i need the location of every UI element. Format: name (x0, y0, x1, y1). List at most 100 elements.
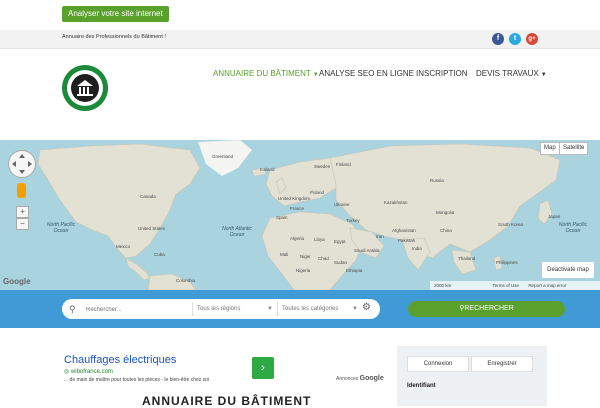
nav-annuaire-batiment[interactable]: ANNUAIRE DU BÂTIMENT ▼ (213, 69, 319, 78)
place-label: Japan (548, 214, 561, 219)
zoom-out-button[interactable]: − (16, 218, 29, 230)
pan-control[interactable] (8, 150, 36, 178)
nav-label: ANNUAIRE DU BÂTIMENT (213, 69, 311, 78)
place-label: Cuba (154, 252, 165, 257)
deactivate-map-button[interactable]: Deactivate map (542, 262, 594, 278)
place-label: United Kingdom (278, 196, 311, 201)
place-label: Turkey (346, 218, 360, 223)
category-select-value: Toutes les catégories (282, 306, 339, 312)
place-label: Poland (310, 190, 325, 195)
place-label: Chad (318, 256, 329, 261)
place-label: Iran (376, 234, 384, 239)
search-bar: ⚲ Tous les régions ▼ Toutes les catégori… (0, 290, 600, 328)
place-label: Greenland (212, 154, 234, 159)
search-submit-button[interactable]: ⚲RECHERCHER (408, 301, 565, 317)
ad-description: ... de main de maître pour toutes les pi… (64, 377, 210, 383)
place-label: Libya (314, 237, 325, 242)
ad-title-link[interactable]: Chauffages électriques (64, 354, 176, 366)
place-label: Colombia (176, 278, 196, 283)
place-label: Afghanistan (392, 228, 416, 233)
place-label: Philippines (496, 260, 518, 265)
place-label: China (440, 228, 452, 233)
place-label: Thailand (458, 256, 476, 261)
googleplus-icon[interactable]: g+ (526, 33, 538, 45)
map-type-satellite-button[interactable]: Satellite (559, 142, 589, 155)
search-box: ⚲ Tous les régions ▼ Toutes les catégori… (62, 299, 380, 319)
place-label: Mongolia (436, 210, 455, 215)
analyse-site-button[interactable]: Analyser votre site internet (62, 6, 169, 22)
place-label: Nigeria (296, 268, 311, 273)
ad-url-text: wibofrance.com (70, 369, 113, 375)
place-label: India (412, 246, 422, 251)
place-label: Niger (300, 254, 311, 259)
place-label: Kazakhstan (384, 200, 408, 205)
chevron-down-icon: ▼ (540, 72, 547, 78)
place-label: Egypt (334, 239, 346, 244)
ad-label: Annonces Google (336, 375, 384, 382)
google-logo: Google (3, 277, 31, 286)
place-label: Ukraine (334, 202, 350, 207)
report-error-link[interactable]: Report a map error (528, 283, 566, 288)
site-tagline: Annuaire des Professionnels du Bâtiment … (62, 34, 166, 40)
logo-ring (67, 70, 103, 106)
place-label: Sweden (314, 164, 331, 169)
nav-analyse-seo[interactable]: ANALYSE SEO EN LIGNE (319, 69, 414, 78)
place-label: France (290, 206, 305, 211)
ad-arrow-button[interactable]: › (252, 357, 274, 379)
place-label: Spain (276, 215, 288, 220)
building-icon (77, 80, 93, 96)
nav-inscription[interactable]: INSCRIPTION (416, 69, 468, 78)
terms-link[interactable]: Terms of Use (493, 283, 520, 288)
place-label: Finland (336, 162, 351, 167)
map-type-map-button[interactable]: Map (540, 142, 560, 155)
page-title: ANNUAIRE DU BÂTIMENT (142, 394, 312, 408)
search-icon: ⚲ (69, 304, 76, 314)
zoom-in-button[interactable]: + (16, 206, 29, 218)
region-select-value: Tous les régions (197, 306, 241, 312)
ocean-label: North Pacific Ocean (46, 222, 76, 234)
nav-devis-travaux[interactable]: DEVIS TRAVAUX ▼ (476, 69, 547, 78)
pan-arrows-icon (12, 154, 32, 174)
ad-url[interactable]: ◎ wibofrance.com (64, 368, 113, 375)
top-bar: Analyser votre site internet (0, 0, 600, 30)
tab-connexion[interactable]: Connexion (407, 356, 469, 372)
facebook-icon[interactable]: f (492, 33, 504, 45)
page-content: Chauffages électriques ◎ wibofrance.com … (0, 328, 600, 408)
place-label: Russia (430, 178, 444, 183)
ad-label-brand: Google (359, 375, 384, 382)
identifiant-label: Identifiant (407, 383, 436, 389)
nav-label: ANALYSE SEO EN LIGNE (319, 69, 414, 78)
place-label: Ethiopia (346, 268, 363, 273)
gear-icon[interactable]: ⚙ (362, 302, 371, 313)
world-map[interactable]: North Pacific Ocean North Atlantic Ocean… (0, 140, 600, 290)
place-label: South Korea (498, 222, 524, 227)
place-label: Pakistan (398, 238, 416, 243)
place-label: Sudan (334, 260, 348, 265)
site-header: ANNUAIRE DU BÂTIMENT ▼ ANALYSE SEO EN LIG… (0, 49, 600, 140)
logo-core (71, 74, 99, 102)
info-bar: Annuaire des Professionnels du Bâtiment … (0, 30, 600, 49)
region-select[interactable]: Tous les régions ▼ (192, 302, 277, 316)
map-footer: 2000 km Terms of Use Report a map error (430, 281, 600, 290)
ocean-label: North Atlantic Ocean (222, 226, 252, 238)
site-logo[interactable] (62, 65, 108, 111)
place-label: Mali (280, 252, 289, 257)
category-select[interactable]: Toutes les catégories ▼ (277, 302, 362, 316)
ad-label-prefix: Annonces (336, 376, 359, 382)
login-panel: Connexion Enregistrer Identifiant (397, 346, 547, 406)
chevron-down-icon: ▼ (267, 306, 273, 312)
nav-label: DEVIS TRAVAUX (476, 69, 539, 78)
place-label: United States (138, 226, 166, 231)
place-label: Mexico (116, 244, 131, 249)
map-scale: 2000 km (434, 283, 452, 288)
tab-enregistrer[interactable]: Enregistrer (471, 356, 533, 372)
nav-label: INSCRIPTION (416, 69, 468, 78)
twitter-icon[interactable]: t (509, 33, 521, 45)
place-label: Iceland (260, 167, 275, 172)
place-label: Saudi Arabia (354, 248, 380, 253)
chevron-down-icon: ▼ (312, 72, 319, 78)
search-button-label: RECHERCHER (464, 305, 514, 312)
place-label: Algeria (290, 236, 305, 241)
street-view-pegman-icon[interactable] (17, 183, 26, 198)
chevron-down-icon: ▼ (352, 306, 358, 312)
